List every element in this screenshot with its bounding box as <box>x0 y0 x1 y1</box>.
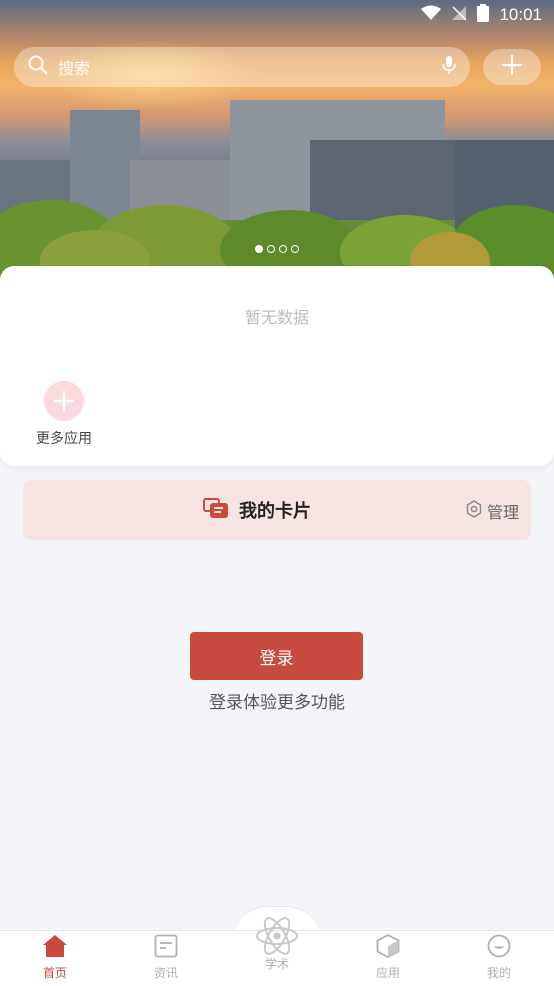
app-box-icon <box>376 933 400 961</box>
banner-dot[interactable] <box>291 245 299 253</box>
tab-apps[interactable]: 应用 <box>343 931 433 986</box>
search-icon <box>28 55 48 79</box>
more-apps-button[interactable]: 更多应用 <box>28 381 100 448</box>
atom-icon <box>254 916 300 959</box>
status-bar: 10:01 <box>0 0 554 30</box>
tab-label: 应用 <box>375 966 400 980</box>
manage-label: 管理 <box>486 503 519 522</box>
tab-news[interactable]: 资讯 <box>121 931 211 986</box>
search-bar[interactable]: 搜索 <box>14 47 470 87</box>
tab-label: 资讯 <box>153 966 178 980</box>
tab-label: 学术 <box>264 957 289 971</box>
battery-icon <box>477 4 490 26</box>
search-placeholder[interactable]: 搜索 <box>58 55 442 79</box>
banner-dot[interactable] <box>267 245 275 253</box>
tab-academic[interactable]: 学术 <box>232 913 322 971</box>
microphone-icon[interactable] <box>442 55 456 79</box>
my-cards-bar: 我的卡片 管理 <box>23 480 531 540</box>
banner-building <box>310 140 470 220</box>
news-icon <box>154 934 178 961</box>
more-apps-label: 更多应用 <box>36 431 92 447</box>
tab-profile[interactable]: 我的 <box>454 931 544 986</box>
gear-icon <box>465 500 483 522</box>
tab-label: 我的 <box>486 966 511 980</box>
banner-image[interactable] <box>0 0 554 285</box>
status-time: 10:01 <box>499 5 542 24</box>
add-button[interactable] <box>483 49 541 85</box>
quick-apps-panel: 暂无数据 更多应用 <box>0 266 554 466</box>
banner-pagination <box>255 245 299 253</box>
tab-label: 首页 <box>42 966 67 980</box>
tab-home[interactable]: 首页 <box>10 931 100 986</box>
no-signal-icon <box>451 5 467 25</box>
my-cards-label: 我的卡片 <box>239 501 311 522</box>
more-apps-plus-circle <box>44 381 84 421</box>
my-cards-title: 我的卡片 <box>203 497 311 523</box>
home-icon <box>42 934 68 961</box>
bottom-tab-bar: 首页 资讯 学术 应用 我的 <box>0 917 554 986</box>
plus-icon <box>54 391 74 411</box>
login-button[interactable]: 登录 <box>190 632 363 680</box>
manage-button[interactable]: 管理 <box>465 499 519 523</box>
profile-icon <box>487 934 511 961</box>
empty-state-text: 暂无数据 <box>244 308 309 327</box>
plus-icon <box>501 54 523 80</box>
banner-dot[interactable] <box>255 245 263 253</box>
cards-icon <box>203 497 229 523</box>
banner-dot[interactable] <box>279 245 287 253</box>
wifi-icon <box>421 5 442 25</box>
login-hint-text: 登录体验更多功能 <box>209 693 345 713</box>
